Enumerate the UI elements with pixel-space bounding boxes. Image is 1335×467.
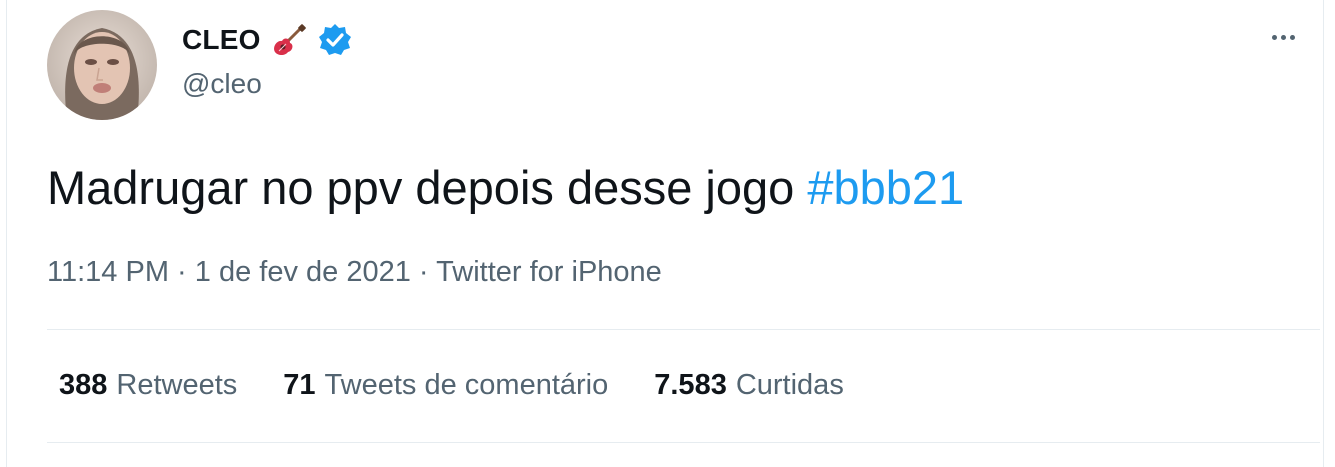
- avatar-image: [47, 10, 157, 120]
- tweet-source[interactable]: Twitter for iPhone: [436, 256, 662, 288]
- divider: [47, 442, 1320, 443]
- hashtag-link[interactable]: #bbb21: [807, 161, 964, 214]
- display-name[interactable]: CLEO: [182, 24, 261, 56]
- tweet-body: Madrugar no ppv depois desse jogo: [47, 161, 795, 214]
- tweet-text: Madrugar no ppv depois desse jogo #bbb21: [47, 160, 964, 215]
- guitar-icon: [271, 22, 307, 58]
- meta-separator: ·: [418, 256, 429, 288]
- avatar[interactable]: [47, 10, 157, 120]
- tweet-meta: 11:14 PM · 1 de fev de 2021 · Twitter fo…: [47, 256, 662, 289]
- retweets-count: 388: [59, 369, 108, 401]
- quote-tweets-count: 71: [283, 369, 316, 401]
- tweet-date[interactable]: 1 de fev de 2021: [195, 256, 411, 288]
- author-handle[interactable]: @cleo: [182, 68, 262, 100]
- dot: [1289, 34, 1295, 40]
- likes-label: Curtidas: [735, 369, 844, 401]
- dot: [1280, 34, 1286, 40]
- tweet-time[interactable]: 11:14 PM: [47, 256, 169, 288]
- retweets-label: Retweets: [116, 369, 238, 401]
- quote-tweets-label: Tweets de comentário: [324, 369, 609, 401]
- tweet-stats: 388 Retweets 71 Tweets de comentário 7.583…: [59, 369, 844, 402]
- quote-tweets-stat[interactable]: 71 Tweets de comentário: [283, 369, 608, 402]
- likes-count: 7.583: [654, 369, 727, 401]
- divider: [47, 329, 1320, 330]
- tweet-card: CLEO @cleo Madrugar no ppv depois desse …: [6, 0, 1324, 467]
- meta-separator: ·: [177, 256, 187, 288]
- retweets-stat[interactable]: 388 Retweets: [59, 369, 237, 402]
- more-options-icon[interactable]: [1263, 22, 1303, 52]
- likes-stat[interactable]: 7.583 Curtidas: [654, 369, 844, 402]
- verified-badge-icon: [317, 22, 353, 58]
- dot: [1271, 34, 1277, 40]
- author-name-row: CLEO: [182, 22, 353, 58]
